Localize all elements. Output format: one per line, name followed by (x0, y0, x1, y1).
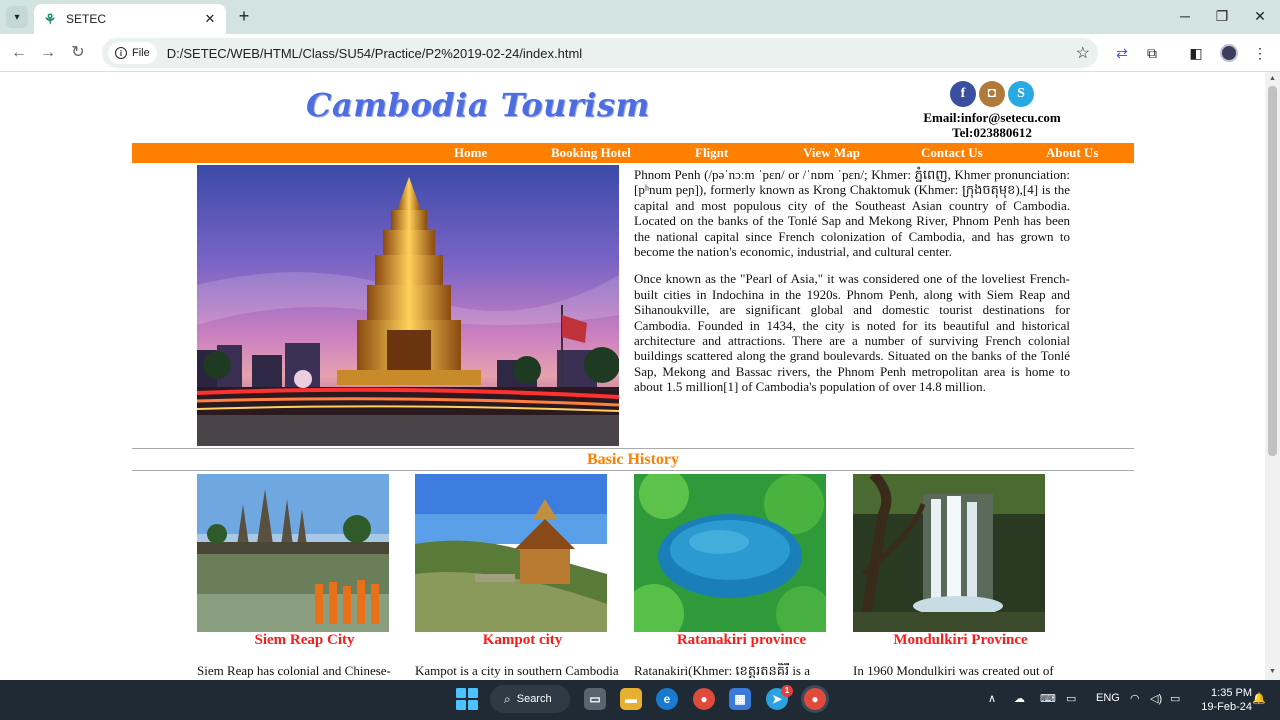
nav-view-map[interactable]: View Map (803, 145, 860, 161)
close-window-button[interactable]: ✕ (1245, 6, 1275, 26)
card-text: In 1960 Mondulkiri was created out of (853, 663, 1054, 678)
card-text: Siem Reap has colonial and Chinese- (197, 663, 391, 678)
tab-search-button[interactable]: ▾ (6, 6, 28, 28)
nav-booking-hotel[interactable]: Booking Hotel (551, 145, 631, 161)
tab-close-icon[interactable]: ✕ (202, 11, 218, 27)
skype-icon[interactable]: S (1008, 81, 1034, 107)
tray-chevron-icon[interactable]: ∧ (988, 692, 996, 705)
divider (132, 470, 1134, 471)
card-title[interactable]: Kampot city (415, 632, 630, 649)
card-title[interactable]: Siem Reap City (197, 632, 412, 649)
facebook-icon[interactable]: f (950, 81, 976, 107)
card-text: Ratanakiri(Khmer: ខេត្តរតនគិរី is a (634, 663, 811, 678)
notification-bell-icon[interactable]: 🔔 (1252, 692, 1266, 705)
contact-email: Email:infor@setecu.com (923, 110, 1061, 125)
page-viewport: Cambodia Tourism f ◘ S Email:infor@setec… (0, 72, 1265, 680)
edge-icon[interactable]: e (656, 688, 678, 710)
clock-date: 19-Feb-24 (1201, 701, 1252, 713)
scroll-thumb[interactable] (1268, 86, 1277, 456)
volume-icon[interactable]: ◁) (1150, 692, 1162, 705)
url-text[interactable]: D:/SETEC/WEB/HTML/Class/SU54/Practice/P2… (167, 46, 582, 61)
page-scrollbar[interactable]: ▲ ▼ (1265, 72, 1280, 680)
translate-icon[interactable]: ⇄ (1112, 43, 1132, 63)
instagram-icon[interactable]: ◘ (979, 81, 1005, 107)
intro-paragraph: Phnom Penh (/pəˈnɔːm ˈpɛn/ or /ˈnɒm ˈpɛn… (634, 167, 1070, 260)
profile-avatar[interactable] (1220, 44, 1238, 62)
bookmark-star-icon[interactable]: ☆ (1076, 43, 1090, 63)
store-icon[interactable]: ▦ (729, 688, 751, 710)
card-title[interactable]: Ratanakiri province (634, 632, 849, 649)
card-title[interactable]: Mondulkiri Province (853, 632, 1068, 649)
side-panel-icon[interactable]: ◧ (1186, 43, 1206, 63)
system-clock[interactable]: 1:35 PM 19-Feb-24 (1192, 686, 1252, 714)
windows-start-icon[interactable] (456, 688, 478, 710)
taskbar-search[interactable]: ⌕ Search (490, 685, 570, 713)
search-icon: ⌕ (504, 691, 511, 706)
task-view-icon[interactable]: ▭ (584, 688, 606, 710)
site-chip-label: File (132, 47, 150, 59)
site-info-chip[interactable]: i File (108, 42, 157, 64)
contact-info: Email:infor@setecu.com Tel:023880612 (892, 110, 1092, 140)
card-text: Kampot is a city in southern Cambodia (415, 663, 619, 678)
browser-toolbar: ← → ↻ i File D:/SETEC/WEB/HTML/Class/SU5… (0, 34, 1280, 72)
windows-taskbar: ⌕ Search ▭ ▬ e ● ▦ ➤ 1 ● ∧ ☁ ⌨ ▭ ENG ◠ ◁… (0, 680, 1280, 720)
main-navbar: Home Booking Hotel Flignt View Map Conta… (132, 143, 1134, 163)
kampot-image (415, 474, 607, 632)
browser-tab[interactable]: ⚘ SETEC ✕ (34, 4, 226, 34)
back-button[interactable]: ← (8, 42, 30, 64)
hero-monument-image (197, 165, 619, 446)
social-links: f ◘ S (950, 81, 1034, 107)
minimize-button[interactable]: ─ (1170, 6, 1200, 26)
scroll-down-icon[interactable]: ▼ (1268, 668, 1277, 675)
new-tab-button[interactable]: + (234, 6, 254, 26)
site-logo[interactable]: Cambodia Tourism (306, 86, 650, 124)
divider (132, 448, 1134, 449)
language-indicator[interactable]: ENG (1096, 692, 1120, 704)
more-menu-icon[interactable]: ⋮ (1250, 43, 1270, 63)
nav-home[interactable]: Home (454, 145, 487, 161)
battery-icon[interactable]: ▭ (1170, 692, 1180, 705)
siem-reap-image (197, 474, 389, 632)
address-bar[interactable]: i File D:/SETEC/WEB/HTML/Class/SU54/Prac… (102, 38, 1098, 68)
info-icon: i (115, 47, 127, 59)
intro-paragraph: Once known as the "Pearl of Asia," it wa… (634, 271, 1070, 395)
contact-tel: Tel:023880612 (952, 125, 1032, 140)
wifi-icon[interactable]: ◠ (1130, 692, 1140, 705)
file-explorer-icon[interactable]: ▬ (620, 688, 642, 710)
forward-button[interactable]: → (37, 42, 59, 64)
mondulkiri-image (853, 474, 1045, 632)
chrome-active-icon[interactable]: ● (804, 688, 826, 710)
nav-about-us[interactable]: About Us (1046, 145, 1098, 161)
nav-contact-us[interactable]: Contact Us (921, 145, 983, 161)
nav-flight[interactable]: Flignt (695, 145, 728, 161)
taskbar-search-label: Search (516, 693, 552, 705)
chrome-icon[interactable]: ● (693, 688, 715, 710)
onedrive-icon[interactable]: ☁ (1014, 692, 1025, 705)
restore-button[interactable]: ❐ (1207, 6, 1237, 26)
clock-time: 1:35 PM (1211, 687, 1252, 699)
scroll-up-icon[interactable]: ▲ (1268, 75, 1277, 82)
extensions-icon[interactable]: ⧉ (1142, 43, 1162, 63)
setec-favicon-icon: ⚘ (43, 10, 57, 27)
telegram-icon[interactable]: ➤ 1 (766, 685, 793, 710)
display-icon[interactable]: ▭ (1066, 692, 1076, 705)
browser-tab-strip: ▾ ⚘ SETEC ✕ + ─ ❐ ✕ (0, 0, 1280, 34)
tab-title: SETEC (66, 12, 107, 26)
reload-button[interactable]: ↻ (67, 42, 89, 64)
section-title: Basic History (587, 451, 679, 468)
telegram-badge: 1 (781, 685, 793, 697)
keyboard-icon[interactable]: ⌨ (1040, 692, 1056, 705)
ratanakiri-image (634, 474, 826, 632)
intro-text: Phnom Penh (/pəˈnɔːm ˈpɛn/ or /ˈnɒm ˈpɛn… (634, 167, 1070, 407)
